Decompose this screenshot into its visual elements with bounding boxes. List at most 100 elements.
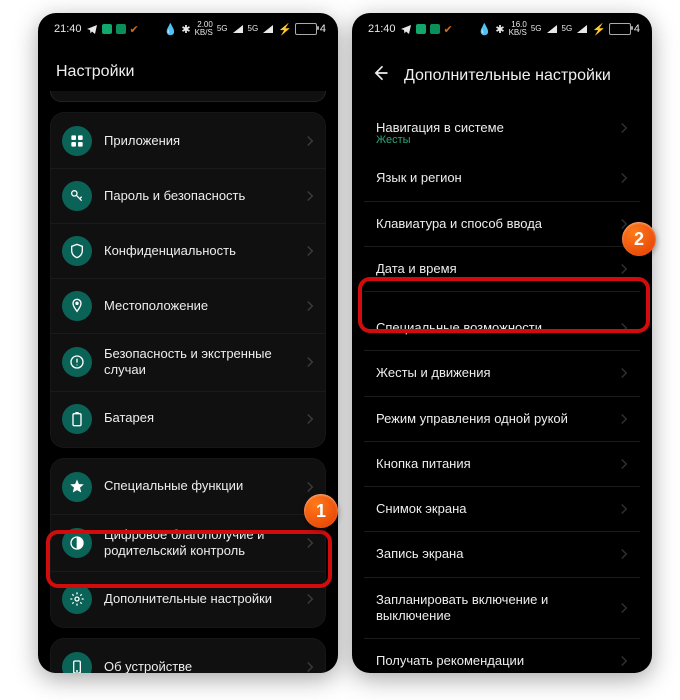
- settings-row[interactable]: Кнопка питания: [364, 442, 640, 487]
- settings-group-about: Об устройстве: [50, 638, 326, 673]
- water-icon: 💧: [478, 23, 492, 36]
- row-label: Клавиатура и способ ввода: [376, 216, 608, 232]
- back-button[interactable]: [370, 63, 390, 88]
- settings-group-main: Приложения Пароль и безопасность Конфиде…: [50, 112, 326, 448]
- row-label: Кнопка питания: [376, 456, 608, 472]
- row-label: Жесты и движения: [376, 365, 608, 381]
- settings-row[interactable]: Получать рекомендации: [364, 639, 640, 673]
- signal-gen-right: 5G: [248, 25, 259, 33]
- telegram-icon: [400, 23, 412, 35]
- app-indicator-2: [116, 24, 126, 34]
- app-indicator-2: [430, 24, 440, 34]
- row-label: Об устройстве: [104, 659, 294, 673]
- water-icon: 💧: [164, 23, 178, 36]
- signal-icon-1: [232, 23, 244, 35]
- chevron-right-icon: [620, 602, 628, 614]
- row-label: Дополнительные настройки: [104, 591, 294, 607]
- settings-group-extras: Специальные функции Цифровое благополучи…: [50, 458, 326, 629]
- row-label: Снимок экрана: [376, 501, 608, 517]
- settings-row-emergency[interactable]: Безопасность и экстренные случаи: [50, 334, 326, 392]
- chevron-right-icon: [306, 356, 314, 368]
- settings-row-phone[interactable]: Об устройстве: [50, 640, 326, 673]
- chevron-right-icon: [306, 537, 314, 549]
- signal-gen-left: 5G: [217, 25, 228, 33]
- settings-row[interactable]: Запись экрана: [364, 532, 640, 577]
- telegram-icon: [86, 23, 98, 35]
- status-time: 21:40: [368, 23, 396, 35]
- settings-row[interactable]: Дата и время: [364, 247, 640, 292]
- chevron-right-icon: [620, 458, 628, 470]
- star-icon: [62, 472, 92, 502]
- settings-row-battery[interactable]: Батарея: [50, 392, 326, 446]
- step-badge-1: 1: [304, 494, 338, 528]
- signal-gen-right: 5G: [562, 25, 573, 33]
- apps-icon: [62, 126, 92, 156]
- status-bar: 21:40 ✔ 💧 ✱ 16.0KB/S 5G 5G ⚡ 4: [352, 13, 652, 41]
- settings-row[interactable]: Язык и регион: [364, 156, 640, 201]
- settings-row[interactable]: Запланировать включение и выключение: [364, 578, 640, 640]
- settings-row[interactable]: Жесты и движения: [364, 351, 640, 396]
- row-label: Пароль и безопасность: [104, 188, 294, 204]
- chevron-right-icon: [620, 413, 628, 425]
- shield-icon: [62, 236, 92, 266]
- status-time: 21:40: [54, 23, 82, 35]
- battery-indicator: ⚡ 4: [592, 23, 640, 36]
- row-label: Дата и время: [376, 261, 608, 277]
- chevron-right-icon: [306, 661, 314, 673]
- app-indicator-1: [416, 24, 426, 34]
- group-locale: Язык и регион Клавиатура и способ ввода …: [364, 156, 640, 292]
- row-label: Цифровое благополучие и родительский кон…: [104, 527, 294, 560]
- row-label: Специальные возможности: [376, 320, 608, 336]
- row-label: Язык и регион: [376, 170, 608, 186]
- battery-icon: [62, 404, 92, 434]
- chevron-right-icon: [306, 593, 314, 605]
- chevron-right-icon: [620, 655, 628, 667]
- page-title: Дополнительные настройки: [404, 67, 611, 85]
- chevron-right-icon: [306, 135, 314, 147]
- page-title: Настройки: [56, 63, 134, 81]
- signal-icon-2: [576, 23, 588, 35]
- settings-row-gear[interactable]: Дополнительные настройки: [50, 572, 326, 626]
- flame-icon: ✔: [130, 23, 139, 36]
- row-label: Местоположение: [104, 298, 294, 314]
- chevron-right-icon: [306, 245, 314, 257]
- signal-gen-left: 5G: [531, 25, 542, 33]
- net-speed: 2.00KB/S: [195, 21, 213, 37]
- pin-icon: [62, 291, 92, 321]
- settings-row-star[interactable]: Специальные функции: [50, 460, 326, 515]
- signal-icon-2: [262, 23, 274, 35]
- chevron-right-icon: [306, 481, 314, 493]
- row-navigation[interactable]: Навигация в системе: [364, 106, 640, 140]
- settings-row[interactable]: Специальные возможности: [364, 306, 640, 351]
- previous-card-edge: [50, 91, 326, 102]
- chevron-right-icon: [620, 263, 628, 275]
- row-label: Получать рекомендации: [376, 653, 608, 669]
- group-system: Специальные возможности Жесты и движения…: [364, 306, 640, 673]
- row-label: Навигация в системе: [376, 120, 608, 136]
- flame-icon: ✔: [444, 23, 453, 36]
- settings-row[interactable]: Снимок экрана: [364, 487, 640, 532]
- row-label: Приложения: [104, 133, 294, 149]
- row-label: Режим управления одной рукой: [376, 411, 608, 427]
- wellbeing-icon: [62, 528, 92, 558]
- settings-row[interactable]: Клавиатура и способ ввода: [364, 202, 640, 247]
- chevron-right-icon: [306, 300, 314, 312]
- chevron-right-icon: [620, 503, 628, 515]
- row-label: Батарея: [104, 410, 294, 426]
- settings-row-key[interactable]: Пароль и безопасность: [50, 169, 326, 224]
- chevron-right-icon: [620, 122, 628, 134]
- row-label: Специальные функции: [104, 478, 294, 494]
- key-icon: [62, 181, 92, 211]
- settings-row-apps[interactable]: Приложения: [50, 114, 326, 169]
- arrow-left-icon: [370, 63, 390, 83]
- net-speed: 16.0KB/S: [509, 21, 527, 37]
- lightning-icon: ⚡: [278, 23, 292, 36]
- chevron-right-icon: [620, 367, 628, 379]
- phone-icon: [62, 652, 92, 673]
- settings-row-shield[interactable]: Конфиденциальность: [50, 224, 326, 279]
- settings-row[interactable]: Режим управления одной рукой: [364, 397, 640, 442]
- lightning-icon: ⚡: [592, 23, 606, 36]
- settings-row-pin[interactable]: Местоположение: [50, 279, 326, 334]
- battery-indicator: ⚡ 4: [278, 23, 326, 36]
- settings-row-wellbeing[interactable]: Цифровое благополучие и родительский кон…: [50, 515, 326, 573]
